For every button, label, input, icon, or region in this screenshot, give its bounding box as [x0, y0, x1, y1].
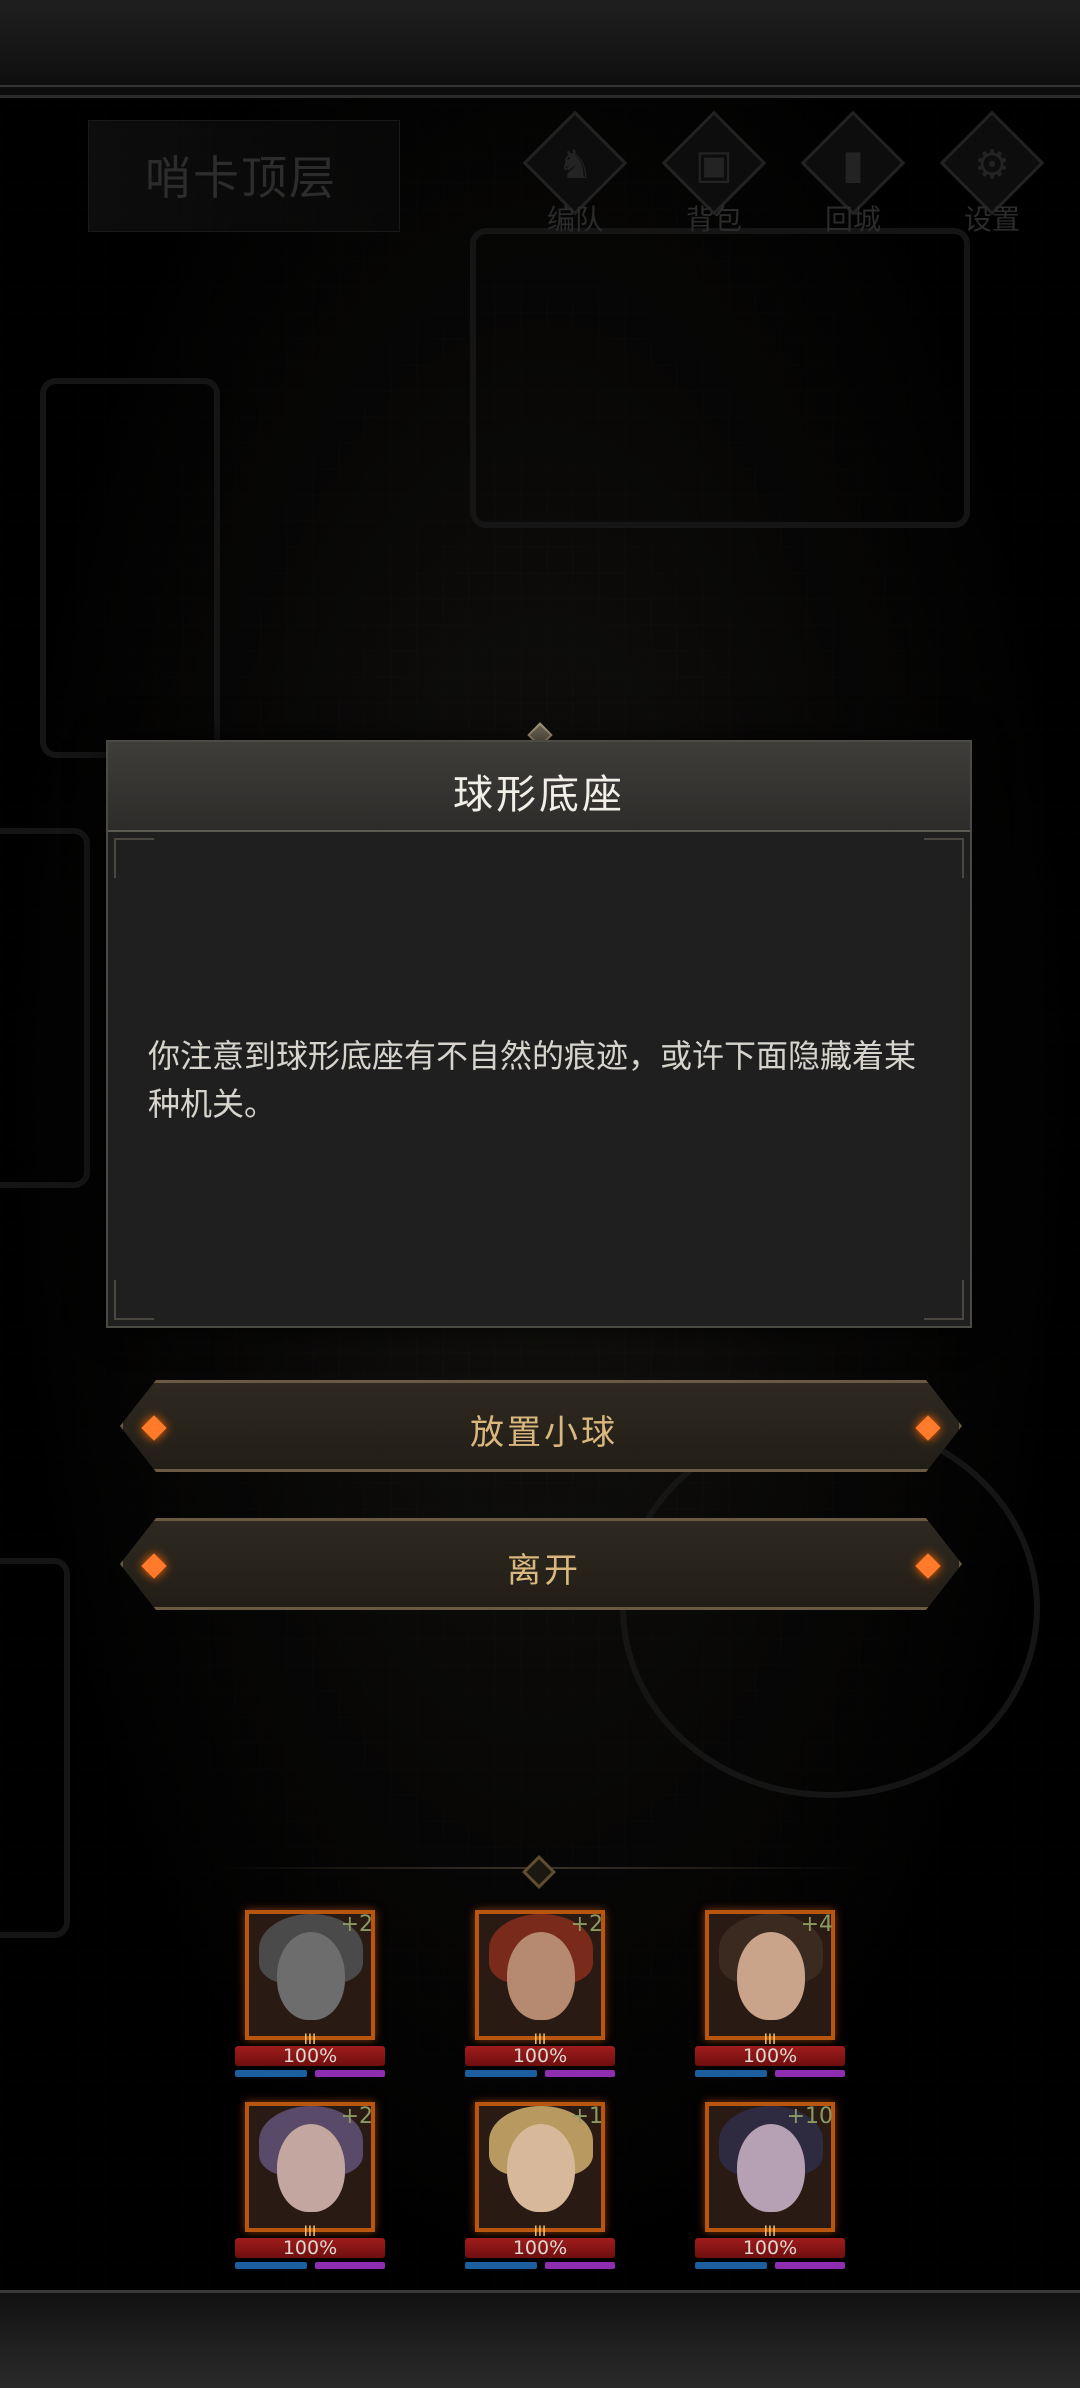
- mp-bar: [465, 2262, 537, 2269]
- dialog-message: 你注意到球形底座有不自然的痕迹，或许下面隐藏着某种机关。: [148, 1037, 917, 1123]
- mp-bar: [695, 2070, 767, 2077]
- enhance-level: +1: [570, 2104, 603, 2129]
- bottom-frame: [0, 2290, 1080, 2388]
- enhance-level: +4: [800, 1912, 833, 1937]
- rank-badge: III: [533, 2032, 547, 2048]
- dialog-title: 球形底座: [453, 772, 625, 818]
- mp-bar: [695, 2262, 767, 2269]
- enhance-level: +10: [786, 2104, 833, 2129]
- enhance-level: +2: [570, 1912, 603, 1937]
- xp-bar: [775, 2262, 845, 2269]
- portrait-face: [277, 2124, 345, 2212]
- corner-ornament: [114, 1280, 154, 1320]
- portrait-face: [277, 1932, 345, 2020]
- xp-bar: [315, 2262, 385, 2269]
- hp-percent: 100%: [512, 2045, 568, 2067]
- place-ball-label: 放置小球: [470, 1413, 618, 1453]
- party-member[interactable]: +10 100% III: [685, 2102, 855, 2272]
- corner-ornament: [924, 838, 964, 878]
- dialog-header: 球形底座: [108, 742, 970, 832]
- portrait-face: [737, 1932, 805, 2020]
- xp-bar: [315, 2070, 385, 2077]
- portrait-face: [507, 1932, 575, 2020]
- hp-percent: 100%: [512, 2237, 568, 2259]
- mp-bar: [465, 2070, 537, 2077]
- rank-badge: III: [763, 2032, 777, 2048]
- place-ball-button[interactable]: 放置小球: [120, 1380, 962, 1472]
- hp-percent: 100%: [742, 2237, 798, 2259]
- party-member[interactable]: +1 100% III: [455, 2102, 625, 2272]
- rank-badge: III: [763, 2224, 777, 2240]
- xp-bar: [545, 2070, 615, 2077]
- portrait-face: [737, 2124, 805, 2212]
- corner-ornament: [114, 838, 154, 878]
- enhance-level: +2: [340, 2104, 373, 2129]
- party-member[interactable]: +2 100% III: [225, 1910, 395, 2080]
- party-member[interactable]: +4 100% III: [685, 1910, 855, 2080]
- rank-badge: III: [303, 2224, 317, 2240]
- hp-percent: 100%: [282, 2045, 338, 2067]
- xp-bar: [545, 2262, 615, 2269]
- party-member[interactable]: +2 100% III: [455, 1910, 625, 2080]
- event-dialog: 球形底座 你注意到球形底座有不自然的痕迹，或许下面隐藏着某种机关。: [106, 740, 972, 1328]
- corner-ornament: [924, 1280, 964, 1320]
- party-member[interactable]: +2 100% III: [225, 2102, 395, 2272]
- mp-bar: [235, 2070, 307, 2077]
- leave-button[interactable]: 离开: [120, 1518, 962, 1610]
- xp-bar: [775, 2070, 845, 2077]
- portrait-face: [507, 2124, 575, 2212]
- hp-percent: 100%: [742, 2045, 798, 2067]
- hp-percent: 100%: [282, 2237, 338, 2259]
- rank-badge: III: [303, 2032, 317, 2048]
- enhance-level: +2: [340, 1912, 373, 1937]
- rank-badge: III: [533, 2224, 547, 2240]
- leave-label: 离开: [507, 1551, 581, 1591]
- mp-bar: [235, 2262, 307, 2269]
